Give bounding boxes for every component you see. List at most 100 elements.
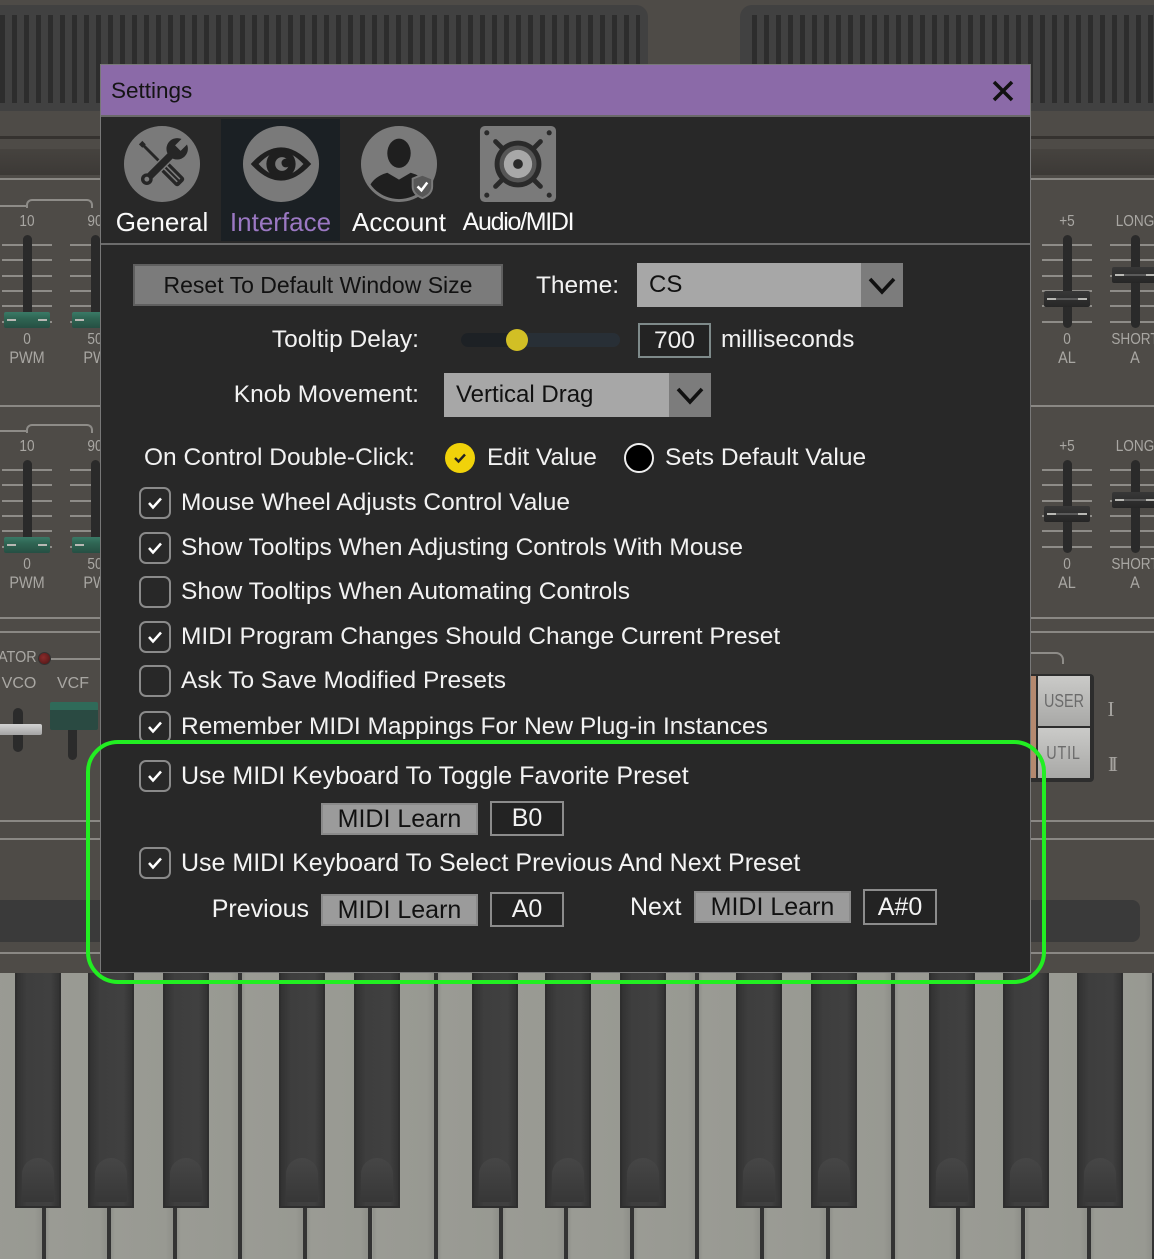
vcf-switch-lever[interactable] — [50, 702, 98, 730]
tab-divider — [101, 243, 1030, 245]
black-key[interactable] — [162, 973, 209, 1208]
checkbox-label[interactable]: Use MIDI Keyboard To Toggle Favorite Pre… — [181, 760, 689, 792]
bank-button-user[interactable]: USER — [1038, 676, 1090, 726]
checkmark-icon — [148, 770, 162, 783]
black-key[interactable] — [810, 973, 857, 1208]
knob-movement-value: Vertical Drag — [456, 381, 594, 408]
radio-label[interactable]: Edit Value — [487, 442, 597, 474]
tab-interface[interactable]: Interface — [221, 119, 340, 241]
radio-label[interactable]: Sets Default Value — [665, 442, 866, 474]
dropdown-button[interactable] — [861, 263, 903, 307]
slider-attack[interactable]: LONG SHORT A — [1108, 212, 1154, 372]
checkbox-tooltips-adjusting[interactable] — [139, 532, 171, 564]
bank-button-label: USER — [1043, 691, 1084, 711]
checkbox-label[interactable]: Remember MIDI Mappings For New Plug-in I… — [181, 711, 768, 743]
previous-note-field[interactable]: A0 — [490, 892, 564, 927]
slider-handle[interactable] — [1112, 266, 1154, 283]
dialog-title-bar[interactable]: Settings — [101, 65, 1030, 117]
slider-handle[interactable] — [4, 537, 50, 553]
checkbox-remember-mappings[interactable] — [139, 711, 171, 743]
next-label: Next — [630, 893, 682, 921]
slider-handle[interactable] — [1044, 506, 1090, 523]
radio-edit-value[interactable] — [445, 443, 475, 473]
next-note-field[interactable]: A#0 — [863, 889, 937, 925]
midi-learn-favorite-button[interactable]: MIDI Learn — [321, 803, 478, 835]
slider-name: A — [1130, 573, 1140, 592]
slider-al[interactable]: +5 0 AL — [1040, 212, 1094, 372]
checkbox-program-changes[interactable] — [139, 621, 171, 653]
favorite-note-field[interactable]: B0 — [490, 801, 564, 836]
bracket-line — [0, 205, 26, 207]
black-key-cap — [743, 1158, 776, 1202]
checkmark-icon — [148, 542, 162, 555]
dropdown-button[interactable] — [669, 373, 711, 417]
vcf-switch-track — [68, 726, 77, 760]
checkbox-midi-favorite[interactable] — [139, 760, 171, 792]
black-key-cap — [95, 1158, 128, 1202]
black-key[interactable] — [1076, 973, 1123, 1208]
reset-window-size-button[interactable]: Reset To Default Window Size — [133, 264, 503, 306]
black-key[interactable] — [14, 973, 61, 1208]
tooltip-delay-input[interactable]: 700 — [638, 323, 711, 358]
slider-pwm[interactable]: 10 0 PWM — [0, 437, 54, 597]
black-key[interactable] — [353, 973, 400, 1208]
black-key[interactable] — [928, 973, 975, 1208]
bank-numeral: I — [1107, 697, 1115, 721]
slider-track — [1062, 235, 1072, 328]
checkbox-tooltips-automating[interactable] — [139, 576, 171, 608]
black-key[interactable] — [619, 973, 666, 1208]
radio-sets-default-value[interactable] — [624, 443, 654, 473]
tab-audio-midi[interactable]: Audio/MIDI — [459, 119, 577, 241]
close-button[interactable] — [990, 78, 1016, 104]
checkbox-mouse-wheel[interactable] — [139, 487, 171, 519]
tab-account[interactable]: Account — [342, 119, 456, 241]
midi-learn-previous-button[interactable]: MIDI Learn — [321, 894, 478, 926]
checkbox-label[interactable]: Show Tooltips When Adjusting Controls Wi… — [181, 532, 743, 564]
black-key[interactable] — [88, 973, 135, 1208]
tab-label: Interface — [229, 207, 332, 237]
tooltip-delay-slider[interactable] — [461, 333, 620, 347]
checkbox-label[interactable]: Ask To Save Modified Presets — [181, 665, 506, 697]
checkbox-label[interactable]: Use MIDI Keyboard To Select Previous And… — [181, 847, 800, 879]
black-key-cap — [1009, 1158, 1042, 1202]
slider-al[interactable]: +5 0 AL — [1040, 437, 1094, 597]
checkbox-ask-save[interactable] — [139, 665, 171, 697]
black-key[interactable] — [1002, 973, 1049, 1208]
bracket-line — [0, 430, 26, 432]
black-key[interactable] — [279, 973, 326, 1208]
slider-min-label: SHORT — [1111, 331, 1154, 348]
piano-keyboard[interactable] — [0, 973, 1154, 1259]
slider-pwm[interactable]: 10 0 PWM — [0, 212, 54, 372]
checkbox-label[interactable]: MIDI Program Changes Should Change Curre… — [181, 621, 780, 653]
bank-button-label: UTIL — [1046, 743, 1082, 763]
checkbox-label[interactable]: Show Tooltips When Automating Controls — [181, 576, 630, 608]
checkbox-label[interactable]: Mouse Wheel Adjusts Control Value — [181, 487, 570, 519]
slider-min-label: SHORT — [1111, 556, 1154, 573]
bank-button-util[interactable]: UTIL — [1038, 728, 1090, 778]
black-key[interactable] — [545, 973, 592, 1208]
chevron-down-icon — [676, 387, 704, 405]
tab-label: Account — [352, 207, 446, 237]
double-click-label: On Control Double-Click: — [144, 444, 415, 471]
bracket-line — [51, 658, 101, 660]
black-key[interactable] — [736, 973, 783, 1208]
bank-numeral: II — [1108, 752, 1118, 776]
checkbox-midi-prev-next[interactable] — [139, 847, 171, 879]
slider-handle[interactable] — [1044, 291, 1090, 308]
tools-icon — [123, 125, 201, 203]
black-key[interactable] — [471, 973, 518, 1208]
vco-switch-lever[interactable] — [0, 724, 42, 735]
account-shield-icon — [360, 125, 438, 203]
black-key-cap — [1083, 1158, 1116, 1202]
black-key-cap — [626, 1158, 659, 1202]
tab-general[interactable]: General — [109, 119, 215, 241]
theme-select[interactable]: CS — [637, 263, 903, 307]
slider-thumb[interactable] — [505, 329, 528, 351]
tooltip-delay-unit: milliseconds — [721, 326, 855, 353]
slider-attack[interactable]: LONG SHORT A — [1108, 437, 1154, 597]
slider-handle[interactable] — [1112, 491, 1154, 508]
knob-movement-select[interactable]: Vertical Drag — [444, 373, 711, 417]
check-icon — [454, 453, 466, 464]
slider-handle[interactable] — [4, 312, 50, 328]
midi-learn-next-button[interactable]: MIDI Learn — [694, 891, 851, 923]
